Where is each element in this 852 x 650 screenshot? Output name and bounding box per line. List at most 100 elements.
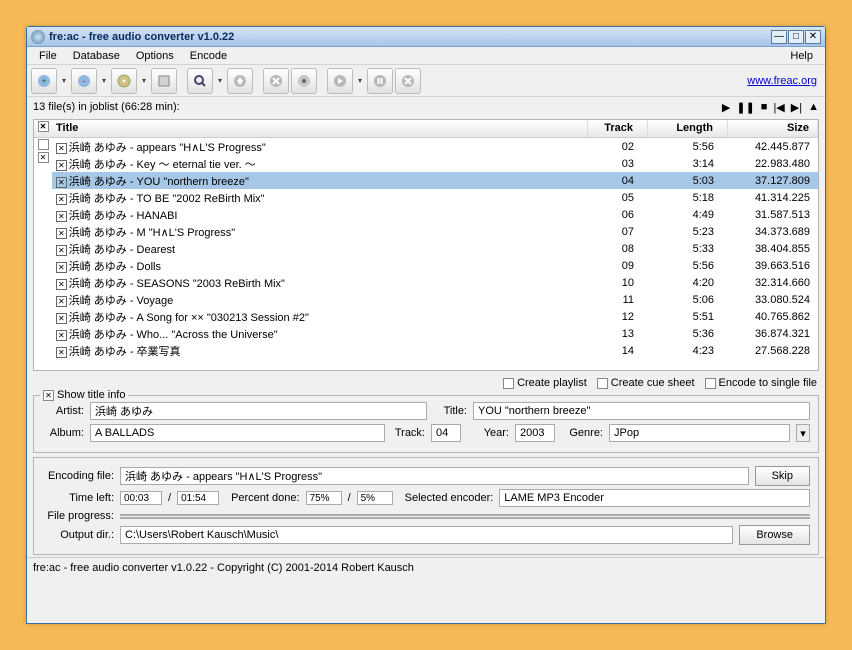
- genre-select[interactable]: [609, 424, 790, 442]
- window-title: fre:ac - free audio converter v1.0.22: [49, 31, 770, 43]
- col-length[interactable]: Length: [648, 120, 728, 137]
- settings-button[interactable]: [263, 68, 289, 94]
- table-row[interactable]: ✕浜崎 あゆみ - YOU "northern breeze"045:0337.…: [52, 172, 818, 189]
- table-row[interactable]: ✕浜崎 あゆみ - Voyage115:0633.080.524: [52, 291, 818, 308]
- genre-dropdown-icon[interactable]: ▾: [796, 424, 810, 442]
- row-track: 03: [588, 157, 648, 171]
- minimize-button[interactable]: —: [771, 30, 787, 44]
- menu-database[interactable]: Database: [65, 50, 128, 62]
- toolbar: + - www.freac.org: [27, 65, 825, 97]
- row-track: 11: [588, 293, 648, 307]
- title-info-legend[interactable]: ✕Show title info: [40, 389, 128, 401]
- artist-label: Artist:: [42, 405, 84, 417]
- row-title: ✕浜崎 あゆみ - A Song for ×× "030213 Session …: [52, 308, 588, 326]
- stop-icon[interactable]: ■: [761, 101, 768, 114]
- close-button[interactable]: ✕: [805, 30, 821, 44]
- row-title: ✕浜崎 あゆみ - TO BE "2002 ReBirth Mix": [52, 189, 588, 207]
- pause-button[interactable]: [367, 68, 393, 94]
- table-row[interactable]: ✕浜崎 あゆみ - Dolls095:5639.663.516: [52, 257, 818, 274]
- table-row[interactable]: ✕浜崎 あゆみ - Who... "Across the Universe"13…: [52, 325, 818, 342]
- add-file-dropdown[interactable]: [59, 76, 69, 85]
- col-size[interactable]: Size: [728, 120, 818, 137]
- col-track[interactable]: Track: [588, 120, 648, 137]
- row-title: ✕浜崎 あゆみ - Dearest: [52, 240, 588, 258]
- stop-button[interactable]: [395, 68, 421, 94]
- timeleft-track: 00:03: [120, 491, 162, 505]
- year-input[interactable]: [515, 424, 555, 442]
- search-button[interactable]: [187, 68, 213, 94]
- encode-dropdown[interactable]: [355, 76, 365, 85]
- prev-icon[interactable]: |◀: [773, 101, 784, 114]
- track-input[interactable]: [431, 424, 461, 442]
- transport-controls: ▶ ❚❚ ■ |◀ ▶| ▲: [722, 101, 819, 114]
- table-row[interactable]: ✕浜崎 あゆみ - SEASONS "2003 ReBirth Mix"104:…: [52, 274, 818, 291]
- cd-dropdown[interactable]: [139, 76, 149, 85]
- total-progress-bar: [120, 517, 810, 519]
- row-size: 22.983.480: [728, 157, 818, 171]
- row-length: 5:06: [648, 293, 728, 307]
- titlebar[interactable]: fre:ac - free audio converter v1.0.22 — …: [27, 27, 825, 47]
- row-track: 05: [588, 191, 648, 205]
- output-dir-input[interactable]: [120, 526, 733, 544]
- row-length: 4:20: [648, 276, 728, 290]
- table-row[interactable]: ✕浜崎 あゆみ - TO BE "2002 ReBirth Mix"055:18…: [52, 189, 818, 206]
- statusbar: fre:ac - free audio converter v1.0.22 - …: [27, 557, 825, 577]
- clear-all-icon[interactable]: ✕: [38, 121, 49, 132]
- row-title: ✕浜崎 あゆみ - Voyage: [52, 291, 588, 309]
- percent-label: Percent done:: [231, 492, 300, 504]
- encoding-panel: Encoding file: Skip Time left: 00:03 / 0…: [33, 457, 819, 555]
- table-row[interactable]: ✕浜崎 あゆみ - A Song for ×× "030213 Session …: [52, 308, 818, 325]
- svg-text:-: -: [83, 76, 86, 86]
- output-dir-label: Output dir.:: [42, 529, 114, 541]
- table-row[interactable]: ✕浜崎 あゆみ - Key ～ eternal tie ver. ～033:14…: [52, 155, 818, 172]
- col-title[interactable]: Title: [52, 120, 588, 137]
- next-icon[interactable]: ▶|: [791, 101, 802, 114]
- album-input[interactable]: [90, 424, 385, 442]
- create-playlist-checkbox[interactable]: Create playlist: [503, 377, 587, 389]
- remove-file-dropdown[interactable]: [99, 76, 109, 85]
- create-cuesheet-checkbox[interactable]: Create cue sheet: [597, 377, 695, 389]
- encode-single-checkbox[interactable]: Encode to single file: [705, 377, 817, 389]
- cd-button[interactable]: [111, 68, 137, 94]
- website-link[interactable]: www.freac.org: [747, 75, 817, 87]
- table-row[interactable]: ✕浜崎 あゆみ - appears "H∧L'S Progress"025:56…: [52, 138, 818, 155]
- skip-button[interactable]: Skip: [755, 466, 810, 486]
- cddb-button[interactable]: [151, 68, 177, 94]
- row-title: ✕浜崎 あゆみ - Key ～ eternal tie ver. ～: [52, 155, 588, 173]
- table-row[interactable]: ✕浜崎 あゆみ - HANABI064:4931.587.513: [52, 206, 818, 223]
- timeleft-label: Time left:: [42, 492, 114, 504]
- row-size: 32.314.660: [728, 276, 818, 290]
- menu-encode[interactable]: Encode: [182, 50, 235, 62]
- artist-input[interactable]: [90, 402, 427, 420]
- row-size: 39.663.516: [728, 259, 818, 273]
- table-row[interactable]: ✕浜崎 あゆみ - M "H∧L'S Progress"075:2334.373…: [52, 223, 818, 240]
- browse-button[interactable]: Browse: [739, 525, 810, 545]
- encoder-settings-button[interactable]: [291, 68, 317, 94]
- eject-icon[interactable]: ▲: [808, 101, 819, 114]
- add-file-button[interactable]: +: [31, 68, 57, 94]
- pause-icon[interactable]: ❚❚: [736, 101, 754, 114]
- row-checkboxes: ✕: [34, 138, 52, 370]
- table-row[interactable]: ✕浜崎 あゆみ - Dearest085:3338.404.855: [52, 240, 818, 257]
- maximize-button[interactable]: □: [788, 30, 804, 44]
- title-label: Title:: [433, 405, 467, 417]
- row-length: 5:18: [648, 191, 728, 205]
- menu-options[interactable]: Options: [128, 50, 182, 62]
- row-size: 41.314.225: [728, 191, 818, 205]
- title-input[interactable]: [473, 402, 810, 420]
- submit-button[interactable]: [227, 68, 253, 94]
- row-checkbox[interactable]: ✕: [38, 152, 49, 163]
- joblist-body[interactable]: ✕浜崎 あゆみ - appears "H∧L'S Progress"025:56…: [52, 138, 818, 370]
- play-icon[interactable]: ▶: [722, 101, 730, 114]
- encode-button[interactable]: [327, 68, 353, 94]
- remove-file-button[interactable]: -: [71, 68, 97, 94]
- menu-file[interactable]: File: [31, 50, 65, 62]
- joblist-header: ✕ Title Track Length Size: [34, 120, 818, 138]
- row-checkbox[interactable]: [38, 139, 49, 150]
- menu-help[interactable]: Help: [782, 50, 821, 62]
- row-size: 40.765.862: [728, 310, 818, 324]
- row-size: 27.568.228: [728, 344, 818, 358]
- row-track: 09: [588, 259, 648, 273]
- table-row[interactable]: ✕浜崎 あゆみ - 卒業写真144:2327.568.228: [52, 342, 818, 359]
- search-dropdown[interactable]: [215, 76, 225, 85]
